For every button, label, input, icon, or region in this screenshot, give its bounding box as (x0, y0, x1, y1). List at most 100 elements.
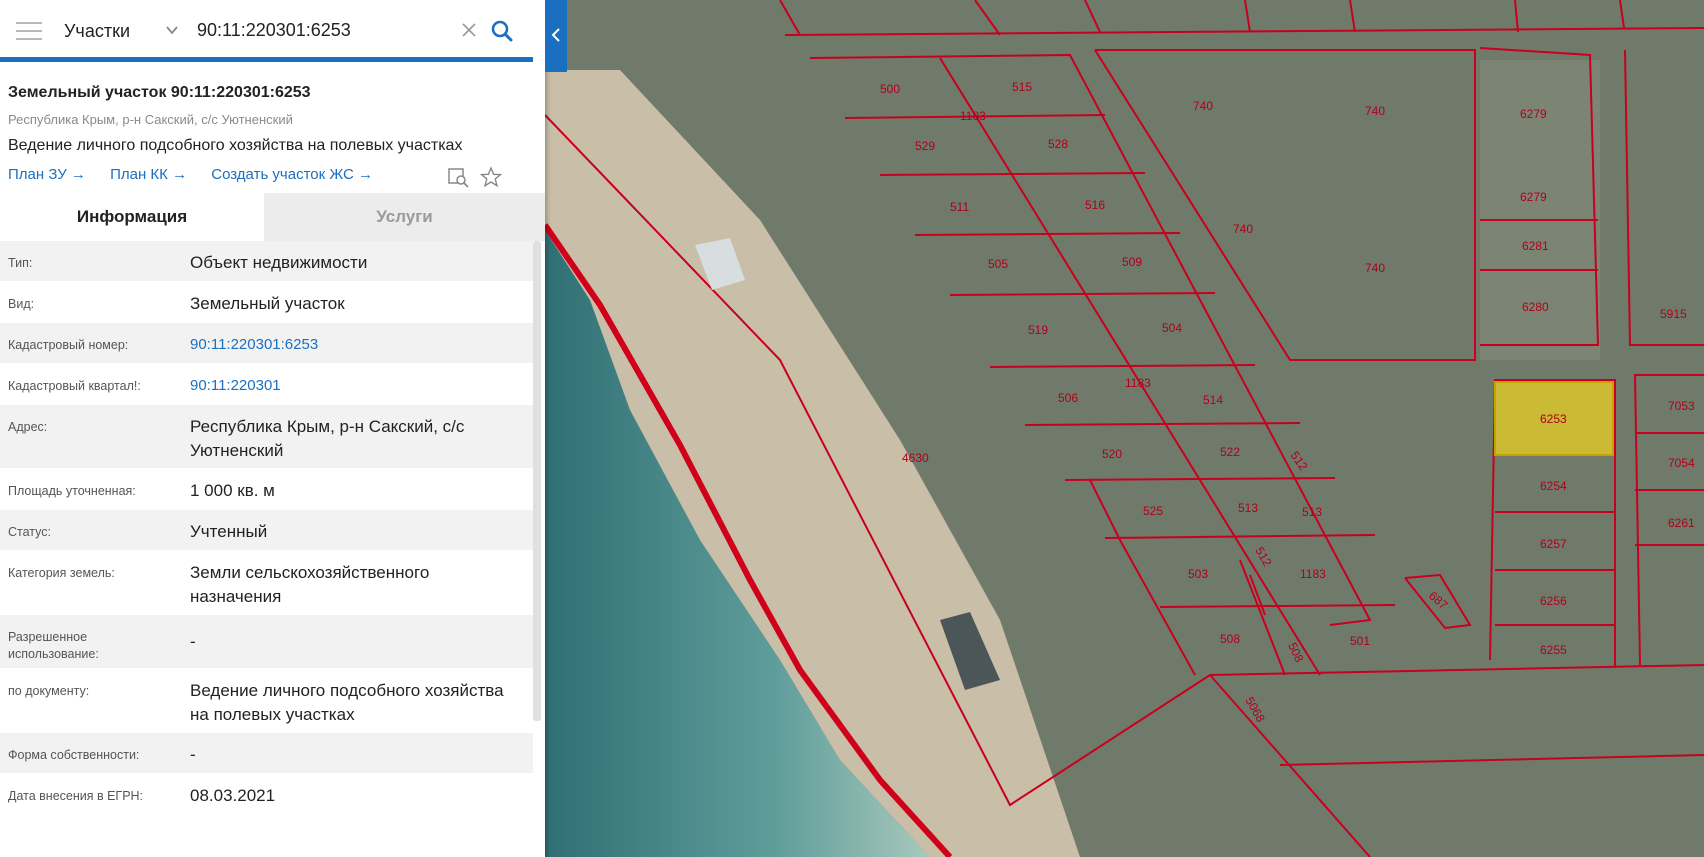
chevron-down-icon[interactable] (165, 23, 179, 37)
row-label: Форма собственности: (8, 748, 140, 762)
info-row-cadastral-number: Кадастровый номер: 90:11:220301:6253 (0, 323, 533, 364)
row-label: Дата внесения в ЕГРН: (8, 789, 144, 803)
map-label: 508 (1220, 632, 1240, 646)
map-label: 740 (1193, 99, 1213, 113)
cadastral-quarter-link[interactable]: 90:11:220301 (190, 364, 533, 408)
map-label: 6279 (1520, 107, 1547, 121)
tab-bar: Информация Услуги (0, 193, 545, 241)
row-value: Учтенный (190, 522, 268, 541)
tab-services[interactable]: Услуги (264, 193, 545, 241)
menu-icon[interactable] (16, 22, 42, 42)
map-label: 525 (1143, 504, 1163, 518)
map-label: 740 (1365, 261, 1385, 275)
map-label: 505 (988, 257, 1008, 271)
info-row-ownership-form: Форма собственности: - (0, 733, 533, 774)
map-label: 6256 (1540, 594, 1567, 608)
map-label: 500 (880, 82, 900, 96)
map-label: 7054 (1668, 456, 1695, 470)
map-label: 6257 (1540, 537, 1567, 551)
info-row-by-document: по документу: Ведение личного подсобного … (0, 669, 533, 733)
map-label: 1183 (1125, 376, 1151, 390)
map-label: 6255 (1540, 643, 1567, 657)
map-label: 509 (1122, 255, 1142, 269)
map-label: 740 (1233, 222, 1253, 236)
zoom-to-object-icon[interactable] (447, 166, 469, 188)
map-label: 5915 (1660, 307, 1687, 321)
info-panel: Участки Земельный участок 90:11:220301:6… (0, 0, 545, 857)
map-label: 6281 (1522, 239, 1549, 253)
map-label: 4630 (902, 451, 929, 465)
row-value: - (190, 745, 196, 764)
map-label: 501 (1350, 634, 1370, 648)
search-input[interactable] (195, 19, 449, 42)
map-label: 529 (915, 139, 935, 153)
info-row-land-category: Категория земель: Земли сельскохозяйствен… (0, 551, 533, 615)
map-label: 520 (1102, 447, 1122, 461)
panel-scrollbar[interactable] (533, 241, 541, 721)
row-label: Статус: (8, 525, 51, 539)
map-label: 528 (1048, 137, 1068, 151)
row-label: Вид: (8, 297, 35, 311)
info-row-cadastral-quarter: Кадастровый квартал!: 90:11:220301 (0, 364, 533, 405)
parcel-address-short: Республика Крым, р-н Сакский, с/с Уютнен… (8, 112, 293, 127)
info-row-status: Статус: Учтенный (0, 510, 533, 551)
plan-links: План ЗУ → План КК → Создать участок ЖС → (8, 166, 393, 183)
parcel-purpose: Ведение личного подсобного хозяйства на … (8, 137, 463, 154)
tab-info[interactable]: Информация (0, 193, 264, 241)
row-value: Земли сельскохозяйственного назначения (190, 563, 430, 606)
layer-select[interactable]: Участки (64, 21, 130, 42)
row-label: Площадь уточненная: (8, 484, 136, 498)
row-value: Земельный участок (190, 294, 345, 313)
search-bar: Участки (0, 0, 533, 62)
map-label: 522 (1220, 445, 1240, 459)
map-label: 6279 (1520, 190, 1547, 204)
map-label: 513 (1302, 505, 1322, 519)
parcel-title: Земельный участок 90:11:220301:6253 (8, 84, 311, 101)
map-label: 506 (1058, 391, 1078, 405)
chevron-left-icon (551, 28, 560, 42)
row-label: Тип: (8, 256, 33, 270)
map-label: 1183 (960, 109, 986, 123)
map-label: 6280 (1522, 300, 1549, 314)
row-label: Кадастровый квартал!: (8, 379, 141, 393)
info-row-kind: Вид: Земельный участок (0, 282, 533, 323)
star-icon[interactable] (480, 166, 502, 188)
row-value: Ведение личного подсобного хозяйства на … (190, 681, 504, 724)
info-row-address: Адрес: Республика Крым, р-н Сакский, с/с … (0, 405, 533, 469)
map-label-selected: 6253 (1540, 412, 1567, 426)
info-row-egrn-date: Дата внесения в ЕГРН: 08.03.2021 (0, 774, 533, 815)
plan-zu-link[interactable]: План ЗУ → (8, 166, 86, 183)
map-label: 519 (1028, 323, 1048, 337)
plan-kk-link[interactable]: План КК → (110, 166, 187, 183)
map-label: 1183 (1300, 567, 1326, 581)
row-label: Адрес: (8, 420, 48, 434)
row-label: Разрешенное использование: (8, 630, 99, 661)
row-value: 08.03.2021 (190, 786, 276, 805)
row-label: Категория земель: (8, 566, 115, 580)
row-value: Республика Крым, р-н Сакский, с/с Уютнен… (190, 417, 465, 460)
info-row-area: Площадь уточненная: 1 000 кв. м (0, 469, 533, 510)
map-label: 6261 (1668, 516, 1695, 530)
map-label: 7053 (1668, 399, 1695, 413)
create-parcel-link[interactable]: Создать участок ЖС → (211, 166, 373, 183)
info-row-type: Тип: Объект недвижимости (0, 241, 533, 282)
row-value: - (190, 632, 196, 651)
search-icon[interactable] (491, 20, 513, 42)
row-value: 1 000 кв. м (190, 481, 275, 500)
map-label: 515 (1012, 80, 1032, 94)
map-label: 504 (1162, 321, 1182, 335)
row-value: Объект недвижимости (190, 253, 368, 272)
info-table: Тип: Объект недвижимости Вид: Земельный уч… (0, 241, 533, 815)
map-label: 516 (1085, 198, 1105, 212)
map-label: 513 (1238, 501, 1258, 515)
map-label: 740 (1365, 104, 1385, 118)
collapse-panel-button[interactable] (545, 0, 567, 72)
map-label: 511 (950, 200, 969, 214)
map-label: 6254 (1540, 479, 1567, 493)
row-label: по документу: (8, 684, 90, 698)
close-icon[interactable] (461, 22, 477, 38)
cadastral-number-link[interactable]: 90:11:220301:6253 (190, 323, 533, 367)
map-label: 514 (1203, 393, 1223, 407)
row-label: Кадастровый номер: (8, 338, 129, 352)
map-label: 503 (1188, 567, 1208, 581)
